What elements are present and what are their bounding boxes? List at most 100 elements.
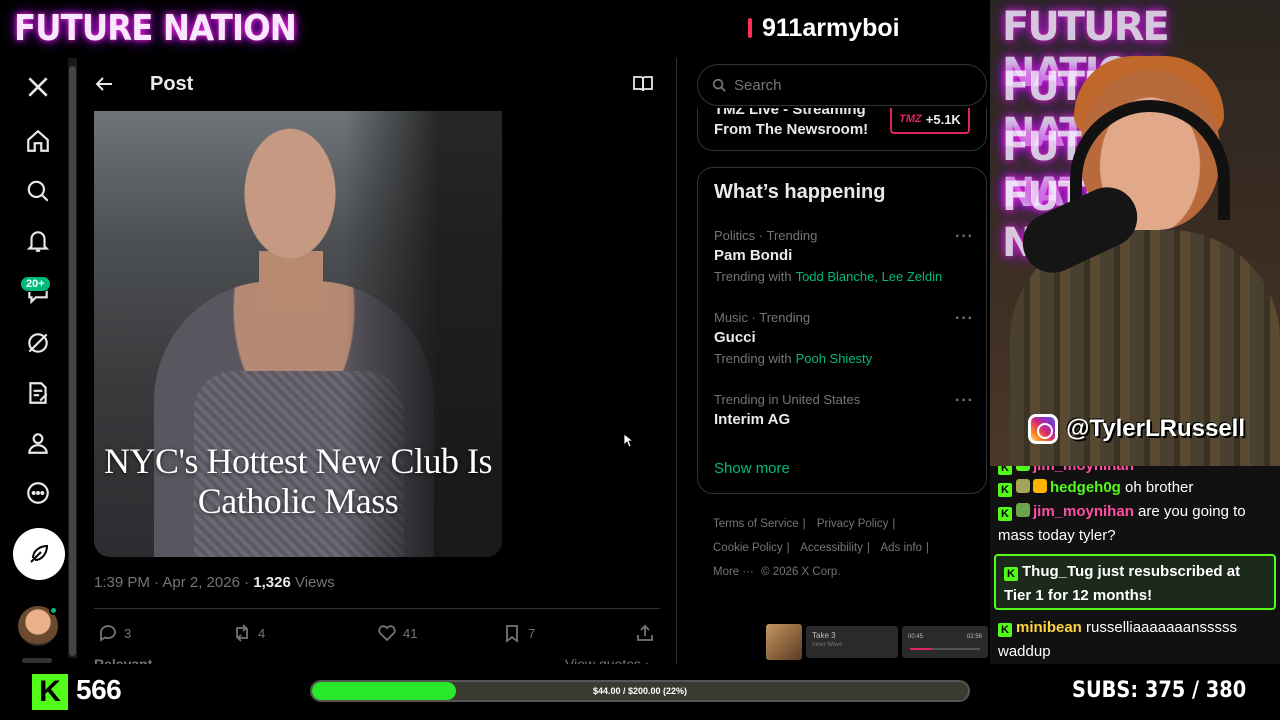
live-marker-icon: [748, 18, 752, 38]
trend-related: Trending with Todd Blanche, Lee Zeldin: [714, 269, 974, 284]
emote-icon: [1016, 503, 1030, 517]
track-title: Take 3: [812, 631, 836, 640]
goal-text: $44.00 / $200.00 (22%): [592, 686, 688, 696]
subscription-text: Thug_Tug just resubscribed at Tier 1 for…: [1004, 563, 1241, 604]
chat-username[interactable]: jim_moynihan: [1033, 503, 1134, 520]
more-link[interactable]: More ···: [713, 566, 754, 578]
chat-username[interactable]: jim_moynihan: [1033, 466, 1134, 474]
live-event-title: TMZ Live - Streaming From The Newsroom!: [714, 108, 869, 138]
kick-badge-icon: K: [1004, 567, 1018, 581]
trend-related-topics[interactable]: Todd Blanche, Lee Zeldin: [796, 269, 943, 284]
trend-name: Interim AG: [714, 411, 791, 428]
drafts-icon[interactable]: [13, 368, 63, 418]
divider: [94, 608, 660, 609]
post-actions: 3 4 41 7: [94, 620, 660, 650]
trend-name: Gucci: [714, 329, 756, 346]
donation-goal-bar: $44.00 / $200.00 (22%): [310, 680, 970, 702]
copyright: © 2026 X Corp.: [761, 566, 841, 578]
trend-item[interactable]: Politics · Trending Pam Bondi Trending w…: [714, 228, 974, 284]
heart-icon: [378, 625, 396, 642]
kick-badge-icon: K: [998, 507, 1012, 521]
cookie-link[interactable]: Cookie Policy: [713, 542, 783, 554]
views-label: Views: [290, 574, 335, 591]
more-options-icon[interactable]: ···: [955, 392, 974, 410]
trend-name: Pam Bondi: [714, 247, 793, 264]
streamer-name-text: 911armyboi: [762, 14, 900, 42]
book-icon: [633, 76, 653, 92]
chat-username[interactable]: minibean: [1016, 619, 1082, 636]
trend-related-label: Trending with: [714, 351, 792, 366]
search-icon[interactable]: [13, 166, 63, 216]
back-button[interactable]: [93, 73, 115, 95]
compose-post-button[interactable]: [13, 528, 65, 580]
chat-message: Khedgeh0g oh brother: [998, 476, 1276, 500]
trend-category: Trending in United States: [714, 392, 861, 407]
follower-count: 566: [76, 674, 122, 705]
search-input[interactable]: [734, 76, 964, 94]
account-avatar[interactable]: [18, 606, 58, 646]
notifications-icon[interactable]: [13, 216, 63, 266]
emote-icon: [1016, 466, 1030, 471]
live-event-badge: TMZ +5.1K: [890, 108, 970, 134]
more-options-icon[interactable]: ···: [955, 310, 974, 328]
live-viewer-count: +5.1K: [925, 111, 961, 127]
more-icon[interactable]: [13, 468, 63, 518]
trend-category: Politics · Trending: [714, 228, 818, 243]
scrollbar-thumb[interactable]: [69, 66, 76, 656]
x-logo-icon[interactable]: [13, 62, 63, 112]
subscription-notice: K Thug_Tug just resubscribed at Tier 1 fo…: [994, 554, 1276, 610]
trend-item[interactable]: Music · Trending Gucci Trending with Pooh…: [714, 310, 974, 366]
bookmark-button[interactable]: 7: [502, 623, 535, 643]
chat-username[interactable]: hedgeh0g: [1050, 479, 1121, 496]
view-quotes-link[interactable]: View quotes ›: [565, 656, 650, 664]
music-player: Take 3 Inner Wave 00:45 02:56: [766, 624, 988, 660]
arrow-left-icon: [95, 77, 112, 91]
repost-count: 4: [258, 625, 266, 641]
trend-category: Music · Trending: [714, 310, 811, 325]
streamer-name: 911armyboi: [748, 14, 900, 43]
post-metadata: 1:39 PM · Apr 2, 2026 · 1,326 Views: [94, 574, 335, 591]
reply-button[interactable]: 3: [98, 623, 131, 643]
like-button[interactable]: 41: [377, 623, 417, 643]
share-icon: [637, 624, 653, 641]
bookmark-count: 7: [528, 625, 536, 641]
chat-message: Kjim_moynihan are you going to mass toda…: [998, 500, 1276, 548]
bookmark-icon: [506, 625, 518, 643]
page-scrollbar[interactable]: [68, 58, 77, 658]
track-progress: [910, 648, 980, 650]
privacy-link[interactable]: Privacy Policy: [817, 518, 889, 530]
trend-related: Trending with Pooh Shiesty: [714, 351, 974, 366]
trend-item[interactable]: Trending in United States Interim AG ···: [714, 392, 974, 428]
post-header: Post: [77, 58, 676, 111]
more-options-icon[interactable]: ···: [955, 228, 974, 246]
crown-icon: [1033, 479, 1047, 493]
chat-message: Kminibean russelliaaaaaaansssss waddup: [998, 616, 1276, 664]
kick-badge-icon: K: [998, 623, 1012, 637]
reply-count: 3: [124, 625, 132, 641]
live-event-card[interactable]: TMZ Live - Streaming From The Newsroom! …: [697, 108, 987, 151]
post-media-image[interactable]: NYC's Hottest New Club Is Catholic Mass: [94, 111, 502, 557]
stream-logo: FUTURE NATION: [14, 8, 297, 49]
grok-icon[interactable]: [13, 318, 63, 368]
photo-subject-head: [232, 111, 348, 261]
home-icon[interactable]: [13, 116, 63, 166]
like-count: 41: [403, 625, 418, 641]
share-button[interactable]: [635, 623, 655, 643]
horizontal-scrollbar[interactable]: [22, 658, 52, 663]
show-more-link[interactable]: Show more: [714, 460, 790, 477]
accessibility-link[interactable]: Accessibility: [800, 542, 863, 554]
chat-text: oh brother: [1125, 479, 1194, 496]
ads-info-link[interactable]: Ads info: [880, 542, 922, 554]
repost-button[interactable]: 4: [232, 623, 265, 643]
album-art: [766, 624, 802, 660]
trend-related-topics[interactable]: Pooh Shiesty: [796, 351, 873, 366]
replies-sort-label[interactable]: Relevant: [94, 656, 152, 664]
messages-badge: 20+: [20, 276, 51, 292]
profile-icon[interactable]: [13, 418, 63, 468]
post-timestamp[interactable]: 1:39 PM · Apr 2, 2026 ·: [94, 574, 253, 591]
search-box[interactable]: [697, 64, 987, 106]
emote-icon: [1016, 479, 1030, 493]
terms-link[interactable]: Terms of Service: [713, 518, 799, 530]
whats-happening-panel: What’s happening Politics · Trending Pam…: [697, 167, 987, 494]
reader-mode-button[interactable]: [632, 74, 654, 94]
